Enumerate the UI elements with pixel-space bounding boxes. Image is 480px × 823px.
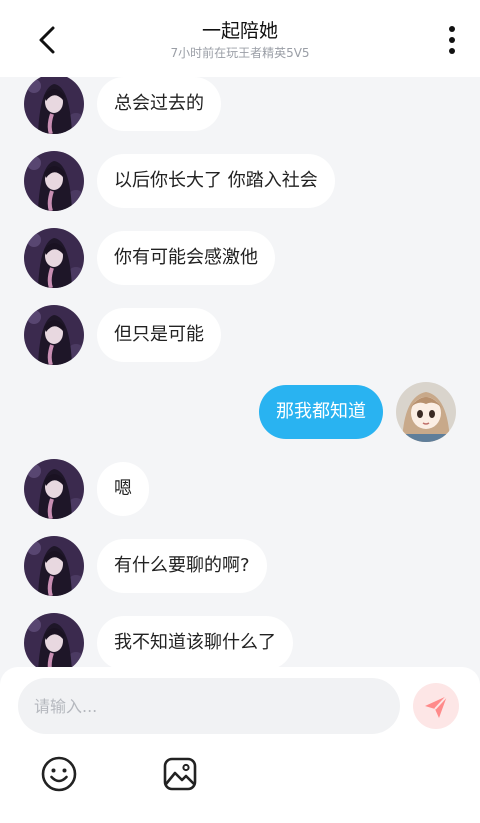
image-button[interactable] [161,755,199,793]
message-bubble[interactable]: 总会过去的 [97,77,221,131]
message-bubble[interactable]: 嗯 [97,462,149,516]
composer [0,667,480,823]
message-bubble[interactable]: 我不知道该聊什么了 [97,616,293,667]
chat-status: 7小时前在玩王者精英5V5 [170,46,310,60]
message-row: 我不知道该聊什么了 [0,613,480,667]
message-row: 以后你长大了 你踏入社会 [0,151,480,213]
title-block: 一起陪她 7小时前在玩王者精英5V5 [0,18,480,61]
avatar[interactable] [24,151,84,211]
chat-header: 一起陪她 7小时前在玩王者精英5V5 [0,0,480,77]
more-vertical-icon [449,26,455,54]
message-row: 你有可能会感激他 [0,228,480,290]
message-bubble[interactable]: 你有可能会感激他 [97,231,275,285]
message-row: 嗯 [0,459,480,521]
message-bubble[interactable]: 以后你长大了 你踏入社会 [97,154,335,208]
image-icon [163,757,197,791]
avatar[interactable] [24,228,84,288]
avatar[interactable] [24,77,84,134]
avatar[interactable] [24,613,84,667]
emoji-button[interactable] [40,755,78,793]
message-row: 有什么要聊的啊? [0,536,480,598]
avatar[interactable] [24,459,84,519]
message-input[interactable] [18,678,400,734]
avatar[interactable] [24,305,84,365]
message-row: 但只是可能 [0,305,480,367]
message-row: 那我都知道 [0,382,480,444]
send-button[interactable] [413,683,459,729]
message-bubble[interactable]: 有什么要聊的啊? [97,539,267,593]
message-list[interactable]: 总会过去的 以后你长大了 你踏入社会 你有可能会感激他 但只是可能 那我都知道 … [0,77,480,667]
emoji-icon [41,756,77,792]
message-bubble[interactable]: 那我都知道 [259,385,383,439]
avatar[interactable] [396,382,456,442]
send-icon [425,695,448,718]
message-bubble[interactable]: 但只是可能 [97,308,221,362]
message-row: 总会过去的 [0,77,480,136]
chat-title: 一起陪她 [201,20,278,42]
more-button[interactable] [442,24,462,58]
avatar[interactable] [24,536,84,596]
